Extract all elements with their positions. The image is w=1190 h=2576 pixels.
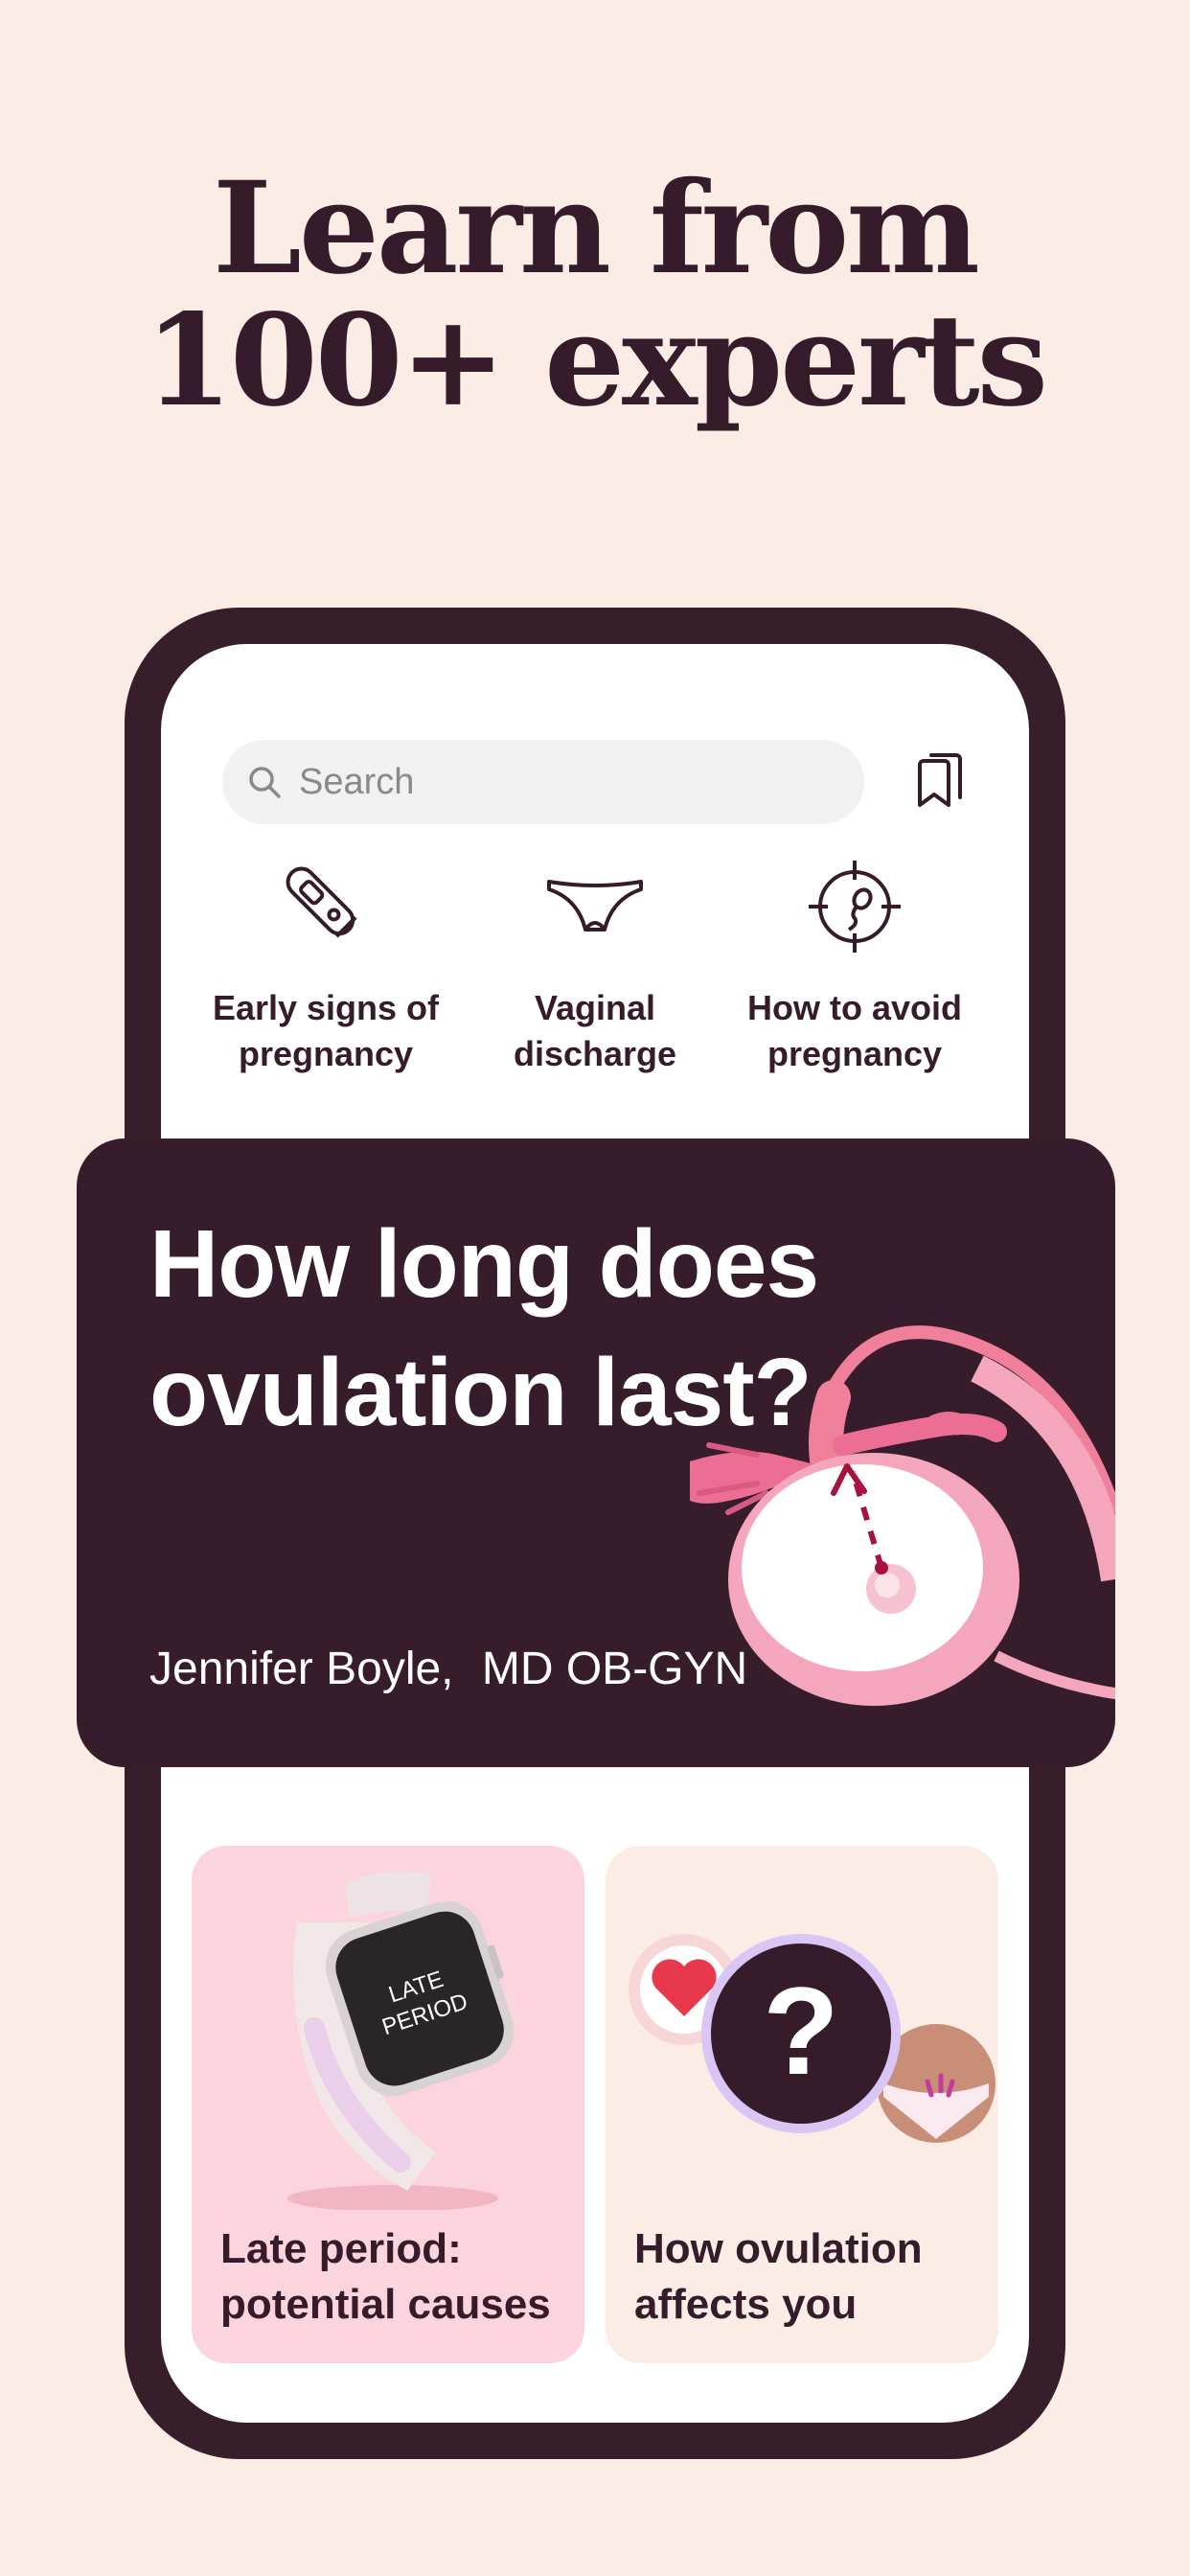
- promo-headline: Learn from 100+ experts: [0, 163, 1190, 427]
- card-title: How ovulation affects you: [634, 2225, 923, 2328]
- app-promo-screen: Learn from 100+ experts Search Early sig…: [0, 0, 1190, 2576]
- smartwatch-illustration: LATE PERIOD: [287, 1871, 515, 2210]
- headline-line-1: Learn from: [213, 154, 980, 303]
- search-input[interactable]: Search: [222, 740, 864, 824]
- question-mark-illustration: ?: [629, 1934, 995, 2143]
- article-card-ovulation-effects[interactable]: ? How ovulation affects you: [606, 1846, 998, 2363]
- pregnancy-test-icon: [286, 866, 357, 938]
- search-icon: [249, 767, 281, 798]
- card-title: Late period: potential causes: [220, 2225, 551, 2328]
- topic-label: Vaginal discharge: [513, 988, 677, 1073]
- headline-line-2: 100+ experts: [145, 287, 1048, 435]
- ovary-illustration: [690, 1325, 1115, 1706]
- article-card-late-period[interactable]: LATE PERIOD Late period: potential causes: [192, 1846, 584, 2363]
- featured-article-banner[interactable]: How long does ovulation last? Jennifer B…: [77, 1138, 1115, 1767]
- question-mark-text: ?: [763, 1961, 838, 2101]
- target-sperm-icon: [809, 861, 901, 953]
- article-cards: LATE PERIOD Late period: potential causes: [192, 1846, 998, 2363]
- underwear-icon: [547, 880, 643, 932]
- bookmark-icon[interactable]: [914, 751, 968, 813]
- topic-vaginal-discharge[interactable]: Vaginal discharge: [461, 849, 729, 1077]
- topic-early-signs-of-pregnancy[interactable]: Early signs of pregnancy: [192, 849, 460, 1077]
- search-placeholder: Search: [299, 761, 415, 802]
- topic-how-to-avoid-pregnancy[interactable]: How to avoid pregnancy: [721, 849, 989, 1077]
- author-name: Jennifer Boyle,: [149, 1644, 454, 1694]
- topic-label: Early signs of pregnancy: [212, 988, 440, 1073]
- topic-label: How to avoid pregnancy: [747, 988, 962, 1073]
- featured-article-author: Jennifer Boyle, MD OB-GYN: [149, 1643, 747, 1695]
